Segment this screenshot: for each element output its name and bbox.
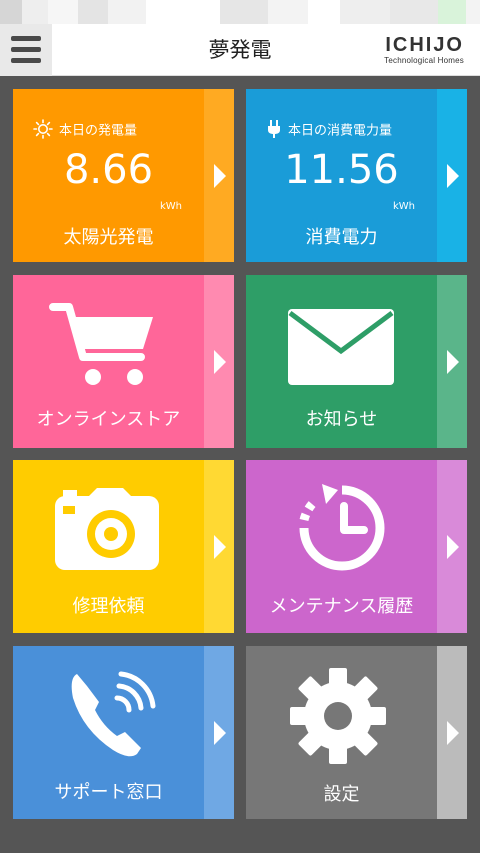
mail-icon [286,307,396,391]
app-header: 夢発電 ICHIJO Technological Homes [0,24,480,76]
chevron-right-icon [214,720,226,745]
solar-unit: kWh [159,201,182,212]
support-label: サポート窓口 [54,782,163,803]
stat-heading: 本日の発電量 [33,119,137,143]
chevron-right-icon [214,349,226,374]
cart-icon [49,297,159,397]
consumption-label: 消費電力 [305,227,378,248]
stat-heading: 本日の消費電力量 [266,119,392,143]
chevron-right-icon [447,720,459,745]
solar-heading: 本日の発電量 [59,123,138,139]
chevron-right-icon [447,349,459,374]
chevron-right-icon [214,163,226,188]
chevron-right-icon [447,163,459,188]
solar-generation-tile[interactable]: 本日の発電量 8.66 kWh 太陽光発電 [13,89,234,262]
brand-logo: ICHIJO Technological Homes [374,35,464,66]
chevron-right-icon [214,534,226,559]
gear-icon [286,664,390,772]
settings-label: 設定 [323,784,360,805]
news-tile[interactable]: お知らせ [246,275,467,448]
settings-tile[interactable]: 設定 [246,646,467,819]
phone-icon [67,668,159,764]
support-tile[interactable]: サポート窓口 [13,646,234,819]
repair-label: 修理依頼 [72,596,145,617]
store-label: オンラインストア [36,409,181,430]
news-label: お知らせ [305,409,378,430]
camera-icon [53,486,161,576]
maintenance-history-tile[interactable]: メンテナンス履歴 [246,460,467,633]
power-consumption-tile[interactable]: 本日の消費電力量 11.56 kWh 消費電力 [246,89,467,262]
history-icon [294,480,390,580]
logo-main: ICHIJO [385,34,464,56]
consumption-value: 11.56 [284,147,399,193]
status-bar [0,0,480,24]
solar-label: 太陽光発電 [63,227,154,248]
sun-icon [33,119,53,143]
repair-request-tile[interactable]: 修理依頼 [13,460,234,633]
logo-sub: Technological Homes [384,56,464,65]
plug-icon [266,119,282,143]
consumption-heading: 本日の消費電力量 [288,123,393,139]
maintenance-label: メンテナンス履歴 [269,596,414,617]
solar-value: 8.66 [63,147,154,193]
consumption-unit: kWh [392,201,415,212]
online-store-tile[interactable]: オンラインストア [13,275,234,448]
chevron-right-icon [447,534,459,559]
menu-button[interactable] [0,24,52,76]
page-title: 夢発電 [208,38,272,62]
